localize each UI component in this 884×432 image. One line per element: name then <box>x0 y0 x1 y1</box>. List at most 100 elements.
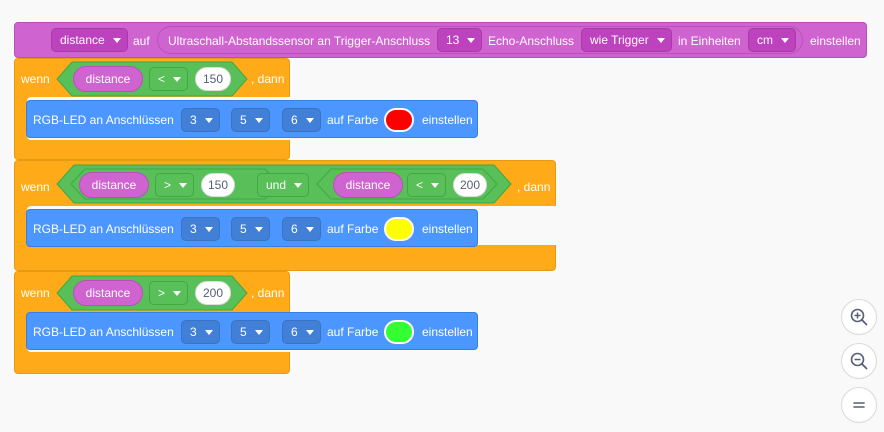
zoom-in-button[interactable] <box>841 299 877 335</box>
sensor-label: Ultraschall-Abstandssensor an Trigger-An… <box>168 34 431 48</box>
units-value: cm <box>757 33 773 47</box>
pin-value: 3 <box>190 113 197 127</box>
value-input[interactable]: 150 <box>201 173 235 197</box>
distance-reporter[interactable]: distance <box>73 66 143 92</box>
units-label: in Einheiten <box>678 34 741 48</box>
chevron-down-icon <box>305 329 314 335</box>
chevron-down-icon <box>179 182 188 188</box>
pin-r-dropdown[interactable]: 3 <box>181 217 220 241</box>
rgb-label: RGB-LED an Anschlüssen <box>33 222 174 236</box>
reset-zoom-button[interactable] <box>841 387 877 423</box>
auf-label: auf <box>133 34 150 48</box>
operator-dropdown[interactable]: > <box>149 281 189 305</box>
pin-b-dropdown[interactable]: 6 <box>282 320 321 344</box>
variable-dropdown-label: distance <box>60 33 105 47</box>
einstellen-label: einstellen <box>422 113 473 127</box>
wenn-label: wenn <box>21 72 50 86</box>
chevron-down-icon <box>254 226 263 232</box>
distance-reporter-label: distance <box>91 178 137 192</box>
chevron-down-icon <box>294 182 303 188</box>
value-text: 200 <box>202 286 224 300</box>
and-label: und <box>266 178 287 192</box>
units-dropdown[interactable]: cm <box>748 28 796 52</box>
zoom-out-button[interactable] <box>841 343 877 379</box>
value-input[interactable]: 150 <box>195 67 231 91</box>
einstellen-label: einstellen <box>810 34 861 48</box>
pin-b-dropdown[interactable]: 6 <box>282 217 321 241</box>
value-input[interactable]: 200 <box>453 173 487 197</box>
operator-value: < <box>158 72 166 86</box>
chevron-down-icon <box>305 117 314 123</box>
color-picker[interactable] <box>384 108 414 132</box>
zoom-in-icon <box>850 308 868 326</box>
rgb-led-block-2[interactable]: RGB-LED an Anschlüssen 3 5 6 auf Farbe e… <box>26 209 478 247</box>
auf-farbe-label: auf Farbe <box>327 325 379 339</box>
rgb-led-block-3[interactable]: RGB-LED an Anschlüssen 3 5 6 auf Farbe e… <box>26 312 478 350</box>
dann-label: , dann <box>251 72 285 86</box>
echo-pin-label: wie Trigger <box>590 33 649 47</box>
distance-reporter[interactable]: distance <box>333 172 403 198</box>
pin-b-dropdown[interactable]: 6 <box>282 108 321 132</box>
pin-value: 6 <box>291 325 298 339</box>
value-input[interactable]: 200 <box>195 281 231 305</box>
rgb-led-block-1[interactable]: RGB-LED an Anschlüssen 3 5 6 auf Farbe e… <box>26 100 478 138</box>
operator-value: > <box>164 178 172 192</box>
distance-reporter-label: distance <box>345 178 391 192</box>
pin-value: 5 <box>240 325 247 339</box>
distance-reporter-label: distance <box>85 72 131 86</box>
operator-dropdown[interactable]: > <box>155 173 195 197</box>
chevron-down-icon <box>305 226 314 232</box>
trigger-pin-dropdown[interactable]: 13 <box>437 28 483 52</box>
echo-label: Echo-Anschluss <box>488 34 575 48</box>
operator-value: > <box>158 286 166 300</box>
chevron-down-icon <box>431 182 440 188</box>
pin-r-dropdown[interactable]: 3 <box>181 108 220 132</box>
operator-dropdown[interactable]: < <box>407 173 447 197</box>
chevron-down-icon <box>204 117 213 123</box>
rgb-label: RGB-LED an Anschlüssen <box>33 325 174 339</box>
pin-value: 5 <box>240 222 247 236</box>
color-picker[interactable] <box>384 320 414 344</box>
trigger-pin-label: 13 <box>446 33 460 47</box>
pin-g-dropdown[interactable]: 5 <box>231 217 270 241</box>
dann-label: , dann <box>517 180 551 194</box>
rgb-label: RGB-LED an Anschlüssen <box>33 113 174 127</box>
variable-dropdown[interactable]: distance <box>51 28 128 52</box>
chevron-down-icon <box>656 37 665 43</box>
auf-farbe-label: auf Farbe <box>327 113 379 127</box>
echo-pin-dropdown[interactable]: wie Trigger <box>581 28 672 52</box>
dann-label: , dann <box>251 286 285 300</box>
value-text: 200 <box>459 178 481 192</box>
chevron-down-icon <box>173 76 182 82</box>
chevron-down-icon <box>254 117 263 123</box>
operator-dropdown[interactable]: < <box>149 67 189 91</box>
pin-value: 3 <box>190 222 197 236</box>
pin-value: 6 <box>291 222 298 236</box>
color-picker[interactable] <box>384 217 414 241</box>
auf-farbe-label: auf Farbe <box>327 222 379 236</box>
wenn-label: wenn <box>21 286 50 300</box>
chevron-down-icon <box>254 329 263 335</box>
chevron-down-icon <box>204 226 213 232</box>
value-text: 150 <box>207 178 229 192</box>
reset-zoom-icon <box>853 402 865 408</box>
distance-reporter[interactable]: distance <box>79 172 149 198</box>
chevron-down-icon <box>781 37 789 43</box>
and-dropdown[interactable]: und <box>257 173 310 197</box>
zoom-out-icon <box>850 352 868 370</box>
distance-reporter-label: distance <box>85 286 131 300</box>
pin-value: 5 <box>240 113 247 127</box>
einstellen-label: einstellen <box>422 325 473 339</box>
pin-r-dropdown[interactable]: 3 <box>181 320 220 344</box>
value-text: 150 <box>202 72 224 86</box>
ultrasonic-sensor-reporter[interactable]: Ultraschall-Abstandssensor an Trigger-An… <box>157 26 803 54</box>
distance-reporter[interactable]: distance <box>73 280 143 306</box>
pin-g-dropdown[interactable]: 5 <box>231 320 270 344</box>
operator-value: < <box>416 178 424 192</box>
chevron-down-icon <box>467 37 476 43</box>
pin-g-dropdown[interactable]: 5 <box>231 108 270 132</box>
chevron-down-icon <box>173 290 182 296</box>
chevron-down-icon <box>112 37 121 43</box>
einstellen-label: einstellen <box>422 222 473 236</box>
set-variable-block[interactable]: distance auf Ultraschall-Abstandssensor … <box>14 22 867 58</box>
